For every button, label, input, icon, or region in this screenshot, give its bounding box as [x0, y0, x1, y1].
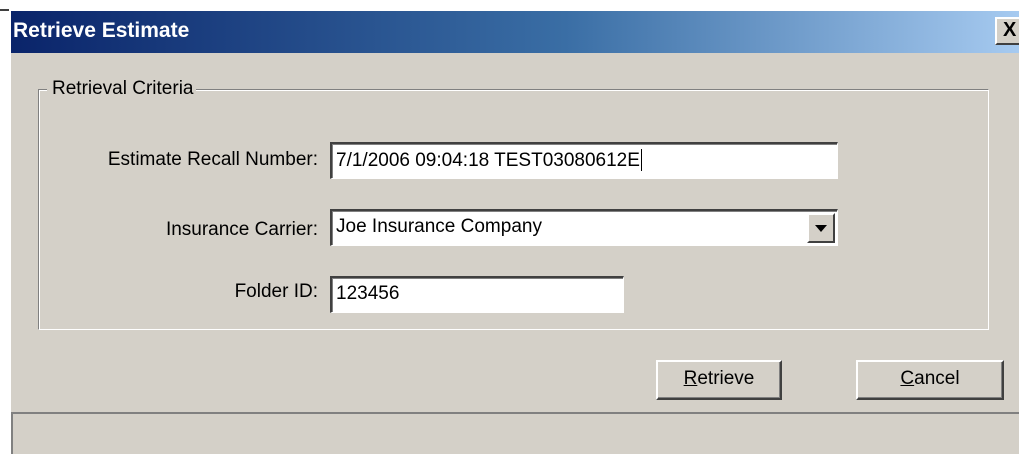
status-bar: [11, 412, 1019, 454]
cancel-label: ancel: [914, 368, 960, 389]
recall-number-value: 7/1/2006 09:04:18 TEST03080612E: [336, 150, 640, 171]
group-label: Retrieval Criteria: [47, 78, 197, 100]
cancel-accelerator: C: [900, 368, 915, 389]
retrieve-estimate-dialog: Retrieve Estimate X Retrieval Criteria E…: [9, 9, 1019, 454]
retrieve-button[interactable]: Retrieve: [656, 360, 782, 400]
recall-number-label: Estimate Recall Number:: [107, 149, 318, 170]
insurance-carrier-label: Insurance Carrier:: [165, 219, 318, 240]
folder-id-input[interactable]: 123456: [330, 276, 624, 313]
folder-id-value: 123456: [336, 283, 400, 304]
title-bar[interactable]: Retrieve Estimate X: [11, 11, 1019, 53]
retrieve-accelerator: R: [683, 368, 698, 389]
close-icon: X: [1003, 19, 1017, 41]
chevron-down-icon[interactable]: [807, 213, 835, 243]
cancel-button[interactable]: Cancel: [856, 360, 1004, 400]
retrieve-label: etrieve: [697, 368, 755, 389]
text-caret: [640, 149, 642, 171]
insurance-carrier-select[interactable]: Joe Insurance Company: [330, 209, 838, 246]
recall-number-input[interactable]: 7/1/2006 09:04:18 TEST03080612E: [330, 142, 838, 179]
folder-id-label: Folder ID:: [234, 281, 318, 302]
insurance-carrier-value: Joe Insurance Company: [336, 216, 542, 237]
window-title: Retrieve Estimate: [13, 19, 190, 42]
close-button[interactable]: X: [995, 17, 1019, 45]
